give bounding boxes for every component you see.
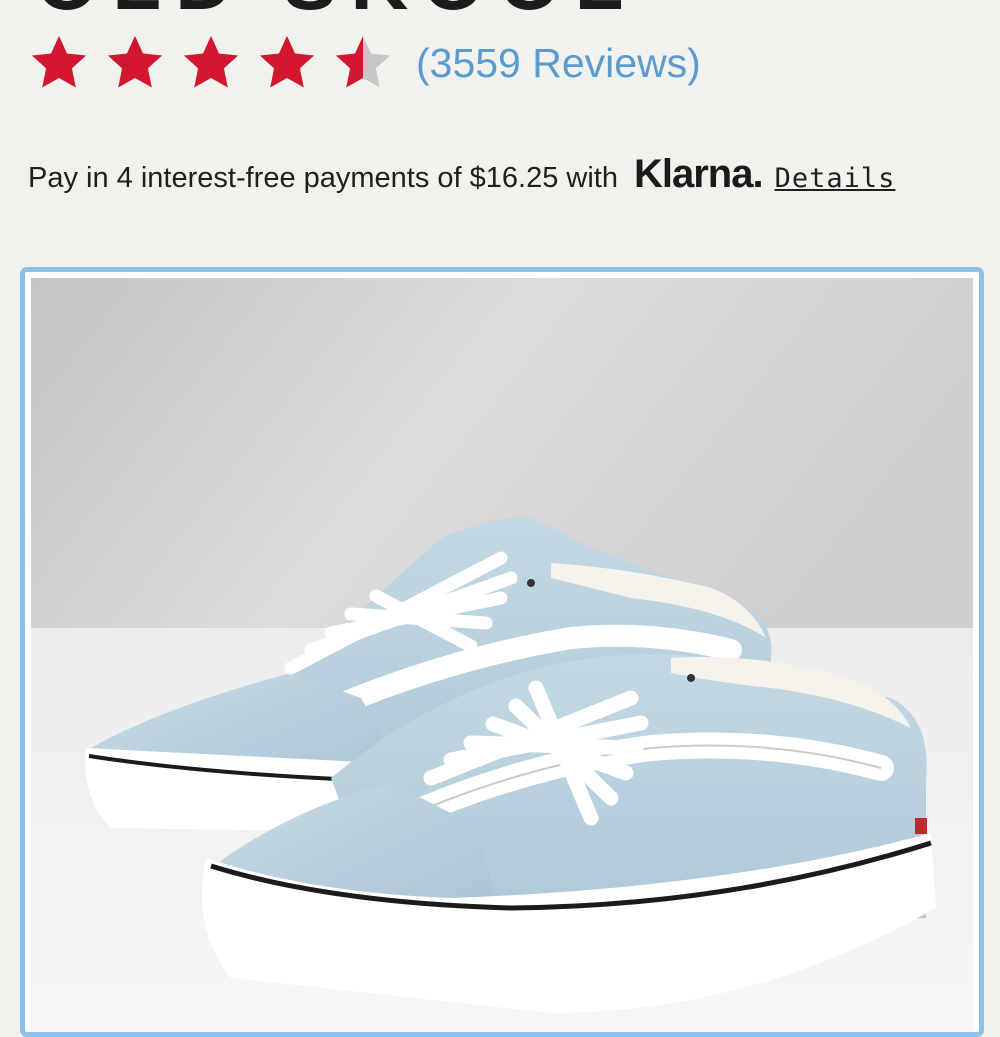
star-icon	[183, 35, 239, 88]
details-link[interactable]: Details	[775, 163, 896, 194]
klarna-logo: Klarna.	[633, 152, 764, 196]
product-title-text: OLD SKOOL	[36, 0, 638, 22]
rating-row: (3559 Reviews)	[28, 30, 701, 96]
star-rating[interactable]	[28, 32, 394, 94]
payment-text: Pay in 4 interest-free payments of $16.2…	[28, 162, 618, 194]
product-title: OLD SKOOL	[0, 0, 1000, 22]
klarna-payment-row: Pay in 4 interest-free payments of $16.2…	[28, 152, 895, 197]
product-header: OLD SKOOL (3559	[0, 0, 1000, 272]
half-star-icon	[335, 35, 391, 88]
product-image-frame[interactable]	[20, 267, 984, 1037]
reviews-link[interactable]: (3559 Reviews)	[416, 42, 701, 84]
star-icon	[31, 35, 87, 88]
star-icon	[259, 35, 315, 88]
star-icon	[107, 35, 163, 88]
product-image	[31, 278, 973, 1032]
